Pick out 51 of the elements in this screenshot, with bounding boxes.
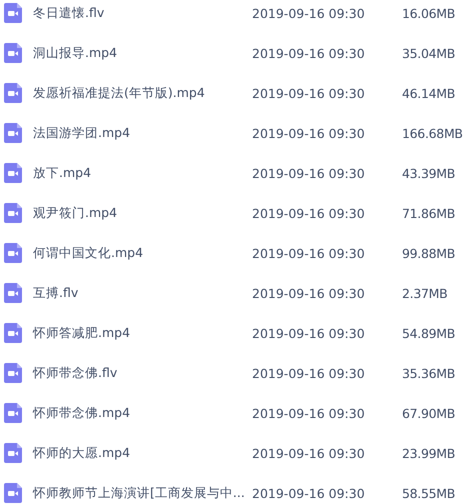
modified-date: 2019-09-16 09:30: [252, 486, 366, 500]
video-file-icon: [4, 123, 22, 143]
modified-date: 2019-09-16 09:30: [252, 286, 366, 300]
file-size: 35.36MB: [402, 366, 456, 380]
file-size: 166.68MB: [402, 126, 463, 140]
file-size: 58.55MB: [402, 486, 456, 500]
video-file-icon: [4, 243, 22, 263]
modified-date: 2019-09-16 09:30: [252, 6, 366, 20]
video-file-icon: [4, 443, 22, 463]
file-name[interactable]: 怀师带念佛.flv: [33, 364, 252, 382]
file-size: 16.06MB: [402, 6, 456, 20]
file-name[interactable]: 何谓中国文化.mp4: [33, 244, 252, 262]
modified-date: 2019-09-16 09:30: [252, 406, 366, 420]
video-file-icon: [4, 3, 22, 23]
modified-date: 2019-09-16 09:30: [252, 446, 366, 460]
modified-date: 2019-09-16 09:30: [252, 326, 366, 340]
video-file-icon: [4, 163, 22, 183]
file-name[interactable]: 冬日遣懐.flv: [33, 4, 252, 22]
video-file-icon: [4, 403, 22, 423]
video-file-icon: [4, 323, 22, 343]
file-name[interactable]: 怀师教师节上海演讲[工商发展与中...: [33, 484, 252, 502]
video-file-icon: [4, 203, 22, 223]
file-size: 35.04MB: [402, 46, 456, 60]
file-name[interactable]: 怀师的大愿.mp4: [33, 444, 252, 462]
file-size: 46.14MB: [402, 86, 456, 100]
modified-date: 2019-09-16 09:30: [252, 166, 366, 180]
file-name[interactable]: 洞山报导.mp4: [33, 44, 252, 62]
video-file-icon: [4, 83, 22, 103]
video-file-icon: [4, 283, 22, 303]
file-name[interactable]: 法国游学团.mp4: [33, 124, 252, 142]
modified-date: 2019-09-16 09:30: [252, 206, 366, 220]
file-name[interactable]: 观尹筱门.mp4: [33, 204, 252, 222]
file-size: 2.37MB: [402, 286, 448, 300]
file-name[interactable]: 发愿祈福准提法(年节版).mp4: [33, 84, 252, 102]
file-size: 54.89MB: [402, 326, 456, 340]
file-name[interactable]: 互搏.flv: [33, 284, 252, 302]
modified-date: 2019-09-16 09:30: [252, 366, 366, 380]
file-size: 43.39MB: [402, 166, 456, 180]
file-name[interactable]: 怀师答减肥.mp4: [33, 324, 252, 342]
modified-date: 2019-09-16 09:30: [252, 86, 366, 100]
file-size: 99.88MB: [402, 246, 456, 260]
file-size: 67.90MB: [402, 406, 456, 420]
video-file-icon: [4, 363, 22, 383]
file-size: 23.99MB: [402, 446, 456, 460]
file-name[interactable]: 放下.mp4: [33, 164, 252, 182]
modified-date: 2019-09-16 09:30: [252, 46, 366, 60]
modified-date: 2019-09-16 09:30: [252, 126, 366, 140]
video-file-icon: [4, 43, 22, 63]
file-name[interactable]: 怀师带念佛.mp4: [33, 404, 252, 422]
file-size: 71.86MB: [402, 206, 456, 220]
modified-date: 2019-09-16 09:30: [252, 246, 366, 260]
